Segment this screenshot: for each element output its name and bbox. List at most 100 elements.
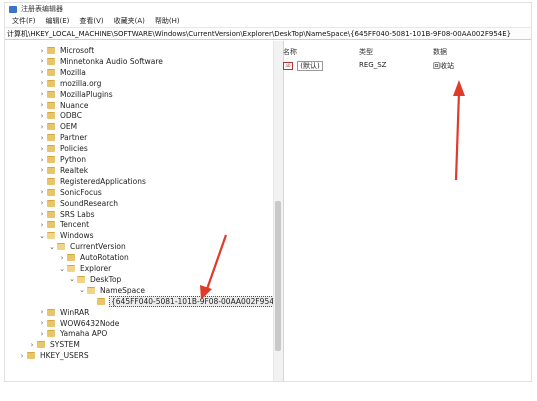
menu-help[interactable]: 帮助(H) bbox=[150, 16, 185, 26]
tree-item[interactable]: › Partner bbox=[38, 132, 88, 143]
chevron-right-icon[interactable]: › bbox=[38, 123, 46, 131]
tree-item[interactable]: › Mozilla bbox=[38, 67, 87, 78]
chevron-down-icon[interactable]: ⌄ bbox=[68, 275, 76, 283]
key-tree[interactable]: › Microsoft › Minnetonka Audio Software › Moz… bbox=[5, 41, 273, 381]
tree-item-label: SoundResearch bbox=[60, 198, 119, 208]
menu-edit[interactable]: 编辑(E) bbox=[41, 16, 75, 26]
scrollbar-thumb[interactable] bbox=[275, 201, 281, 351]
folder-icon bbox=[47, 156, 55, 163]
chevron-right-icon[interactable]: › bbox=[38, 57, 46, 65]
folder-icon bbox=[47, 57, 55, 65]
chevron-right-icon[interactable]: › bbox=[38, 68, 46, 76]
tree-item[interactable]: › SYSTEM bbox=[28, 339, 81, 350]
chevron-right-icon[interactable]: › bbox=[38, 221, 46, 229]
value-row[interactable]: ab (默认) REG_SZ 回收站 bbox=[283, 61, 531, 72]
chevron-right-icon[interactable]: › bbox=[38, 134, 46, 142]
tree-item-label: RegisteredApplications bbox=[60, 176, 146, 186]
tree-item[interactable]: › HKEY_USERS bbox=[18, 350, 90, 361]
tree-item[interactable]: › Yamaha APO bbox=[38, 328, 108, 339]
folder-icon bbox=[77, 275, 85, 283]
chevron-right-icon[interactable]: › bbox=[58, 254, 66, 262]
folder-icon bbox=[27, 352, 35, 360]
tree-item[interactable]: RegisteredApplications bbox=[38, 176, 147, 187]
tree-item[interactable]: ⌄ DeskTop bbox=[68, 274, 122, 285]
tree-item[interactable]: › SonicFocus bbox=[38, 187, 103, 198]
tree-item[interactable]: › Realtek bbox=[38, 165, 89, 176]
header-type[interactable]: 类型 bbox=[359, 47, 373, 57]
chevron-down-icon[interactable]: ⌄ bbox=[48, 243, 56, 251]
chevron-down-icon[interactable]: ⌄ bbox=[58, 265, 66, 273]
chevron-right-icon[interactable]: › bbox=[38, 188, 46, 196]
chevron-right-icon[interactable]: › bbox=[38, 166, 46, 174]
folder-icon bbox=[67, 254, 75, 262]
menu-favorites[interactable]: 收藏夹(A) bbox=[109, 16, 150, 26]
tree-item[interactable]: › Microsoft bbox=[38, 45, 95, 56]
tree-item[interactable]: {645FF040-5081-101B-9F08-00AA002F954E} bbox=[88, 295, 273, 307]
tree-item-label: OEM bbox=[60, 122, 78, 132]
window-title: 注册表编辑器 bbox=[21, 5, 63, 13]
tree-item-label: Microsoft bbox=[60, 46, 95, 55]
tree-item[interactable]: ⌄ Windows bbox=[38, 230, 94, 241]
folder-icon bbox=[47, 90, 55, 98]
folder-icon bbox=[47, 199, 55, 207]
menu-file[interactable]: 文件(F) bbox=[7, 16, 41, 26]
header-name[interactable]: 名称 bbox=[283, 47, 297, 57]
tree-item-label: HKEY_USERS bbox=[40, 351, 89, 361]
tree-item[interactable]: › SRS Labs bbox=[38, 209, 96, 220]
tree-item[interactable]: › WinRAR bbox=[38, 307, 90, 318]
folder-icon bbox=[47, 221, 55, 229]
address-bar[interactable]: 计算机\HKEY_LOCAL_MACHINE\SOFTWARE\Windows\… bbox=[5, 27, 531, 40]
tree-item[interactable]: › SoundResearch bbox=[38, 198, 119, 209]
tree-item-label: mozilla.org bbox=[60, 78, 102, 88]
chevron-right-icon[interactable]: › bbox=[38, 101, 46, 109]
chevron-right-icon[interactable]: › bbox=[28, 341, 36, 349]
chevron-right-icon[interactable]: › bbox=[38, 156, 46, 164]
chevron-right-icon[interactable]: › bbox=[38, 330, 46, 338]
tree-item-label: ODBC bbox=[60, 111, 82, 121]
folder-icon bbox=[37, 341, 45, 349]
chevron-right-icon[interactable]: › bbox=[38, 308, 46, 316]
tree-item[interactable]: › Policies bbox=[38, 143, 89, 154]
folder-icon bbox=[47, 210, 55, 218]
tree-item-label: SRS Labs bbox=[60, 209, 95, 219]
value-data: 回收站 bbox=[433, 62, 454, 70]
folder-icon bbox=[47, 47, 55, 54]
folder-icon bbox=[87, 286, 95, 294]
menu-view[interactable]: 查看(V) bbox=[74, 16, 108, 26]
tree-item[interactable]: › WOW6432Node bbox=[38, 318, 120, 329]
chevron-right-icon[interactable]: › bbox=[38, 79, 46, 87]
tree-item[interactable]: › Python bbox=[38, 154, 87, 165]
tree-item[interactable]: ⌄ Explorer bbox=[58, 263, 112, 274]
tree-item[interactable]: › OEM bbox=[38, 121, 78, 132]
chevron-down-icon[interactable]: ⌄ bbox=[38, 232, 46, 240]
tree-item[interactable]: › ODBC bbox=[38, 110, 83, 121]
folder-icon bbox=[47, 101, 55, 109]
string-value-icon: ab bbox=[283, 62, 293, 70]
tree-item[interactable]: ⌄ NameSpace bbox=[78, 285, 146, 296]
chevron-right-icon[interactable]: › bbox=[38, 319, 46, 327]
tree-item-label: Python bbox=[60, 155, 86, 164]
chevron-right-icon[interactable]: › bbox=[38, 90, 46, 98]
chevron-right-icon[interactable]: › bbox=[18, 352, 26, 360]
chevron-down-icon[interactable]: ⌄ bbox=[78, 286, 86, 294]
tree-item[interactable]: › AutoRotation bbox=[58, 252, 130, 263]
tree-item[interactable]: › Minnetonka Audio Software bbox=[38, 56, 164, 67]
regedit-icon bbox=[9, 5, 17, 13]
chevron-right-icon[interactable]: › bbox=[38, 112, 46, 120]
tree-item[interactable]: › mozilla.org bbox=[38, 78, 102, 89]
folder-icon bbox=[47, 123, 55, 131]
values-pane: 名称 类型 数据 ab (默认) REG_SZ 回收站 bbox=[283, 41, 531, 381]
tree-item[interactable]: ⌄ CurrentVersion bbox=[48, 241, 127, 252]
tree-item-label: SYSTEM bbox=[50, 340, 80, 350]
tree-item[interactable]: › MozillaPlugins bbox=[38, 89, 114, 100]
chevron-right-icon[interactable]: › bbox=[38, 199, 46, 207]
tree-item-label: Yamaha APO bbox=[60, 329, 108, 339]
tree-item[interactable]: › Tencent bbox=[38, 219, 90, 230]
chevron-right-icon[interactable]: › bbox=[38, 47, 46, 55]
tree-item-label: Realtek bbox=[60, 165, 89, 175]
chevron-right-icon[interactable]: › bbox=[38, 210, 46, 218]
value-type: REG_SZ bbox=[359, 61, 387, 69]
chevron-right-icon[interactable]: › bbox=[38, 145, 46, 153]
tree-item[interactable]: › Nuance bbox=[38, 100, 89, 111]
header-data[interactable]: 数据 bbox=[433, 47, 447, 57]
